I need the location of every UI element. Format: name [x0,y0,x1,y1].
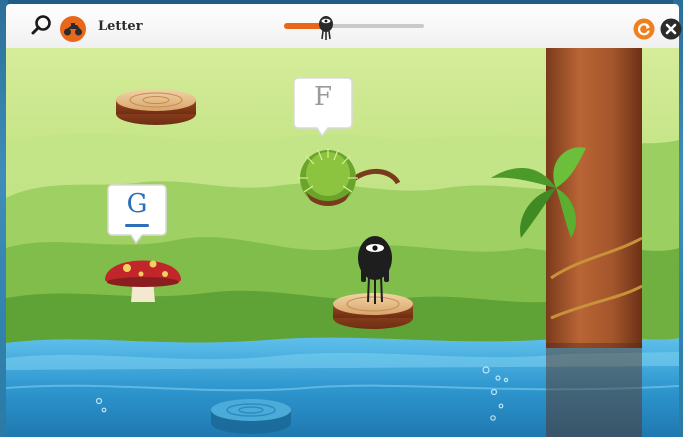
creature-thumb-icon[interactable] [316,13,336,41]
game-title: Letter [98,19,143,34]
search-icon[interactable] [28,13,54,39]
letter-g: G [126,189,148,219]
close-icon[interactable] [660,18,682,40]
stump-top-left [116,89,196,125]
letter-card-f[interactable]: F [292,76,354,138]
stump-underwater [211,399,291,434]
motorbike-icon[interactable] [59,15,87,43]
restart-icon[interactable] [633,18,655,40]
letter-f: F [313,82,333,112]
progress-slider[interactable] [284,16,424,40]
letter-highlight-underline [125,224,149,227]
stump-center [333,293,413,329]
letter-card-g[interactable]: G [106,183,168,245]
game-scene: F G [6,48,679,437]
toolbar: Letter [6,4,682,49]
